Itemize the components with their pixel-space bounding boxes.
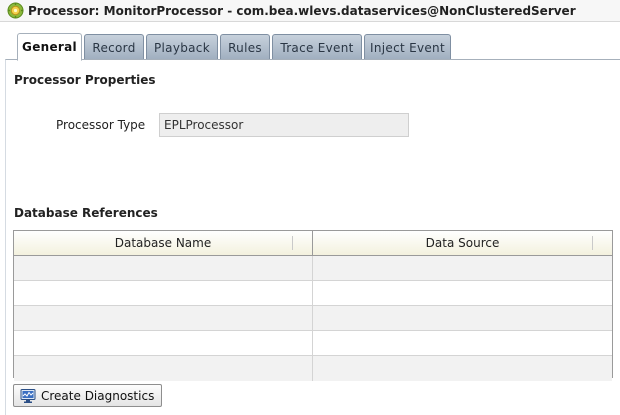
tab-trace-event[interactable]: Trace Event bbox=[272, 34, 362, 60]
database-name-cell[interactable] bbox=[14, 256, 313, 280]
tab-general[interactable]: General bbox=[17, 33, 82, 61]
data-source-cell[interactable] bbox=[313, 256, 612, 280]
column-header-label: Database Name bbox=[114, 236, 212, 250]
processor-properties-heading: Processor Properties bbox=[14, 73, 156, 87]
table-header: Database Name Data Source bbox=[14, 231, 612, 256]
data-source-cell[interactable] bbox=[313, 306, 612, 330]
data-source-cell[interactable] bbox=[313, 281, 612, 305]
database-references-heading: Database References bbox=[14, 206, 158, 220]
tab-label: Record bbox=[92, 40, 136, 55]
tab-label: Inject Event bbox=[370, 40, 445, 55]
database-name-cell[interactable] bbox=[14, 331, 313, 355]
column-header-database-name[interactable]: Database Name bbox=[14, 231, 313, 255]
column-resize-handle[interactable] bbox=[292, 236, 293, 250]
column-header-label: Data Source bbox=[425, 236, 500, 250]
table-row[interactable] bbox=[14, 331, 612, 356]
database-name-cell[interactable] bbox=[14, 306, 313, 330]
tab-playback[interactable]: Playback bbox=[146, 34, 218, 60]
tab-label: General bbox=[22, 40, 77, 54]
create-diagnostics-label: Create Diagnostics bbox=[41, 388, 155, 403]
table-row[interactable] bbox=[14, 281, 612, 306]
column-header-data-source[interactable]: Data Source bbox=[313, 231, 612, 255]
database-references-table: Database Name Data Source bbox=[13, 230, 613, 381]
tab-label: Playback bbox=[154, 40, 210, 55]
tab-label: Rules bbox=[228, 40, 262, 55]
database-name-cell[interactable] bbox=[14, 281, 313, 305]
processor-type-label: Processor Type bbox=[56, 118, 146, 132]
column-resize-handle[interactable] bbox=[592, 236, 593, 250]
data-source-cell[interactable] bbox=[313, 331, 612, 355]
tab-inject-event[interactable]: Inject Event bbox=[364, 34, 451, 60]
diagnostics-monitor-icon bbox=[20, 388, 36, 404]
create-diagnostics-button[interactable]: Create Diagnostics bbox=[13, 384, 162, 407]
processor-type-field: EPLProcessor bbox=[159, 113, 409, 137]
tab-bar: General Record Playback Rules Trace Even… bbox=[17, 33, 453, 61]
processor-gear-icon bbox=[7, 2, 24, 19]
window-title: Processor: MonitorProcessor - com.bea.wl… bbox=[28, 3, 576, 18]
table-row[interactable] bbox=[14, 306, 612, 331]
tab-record[interactable]: Record bbox=[84, 34, 144, 60]
tab-label: Trace Event bbox=[280, 40, 354, 55]
database-name-cell[interactable] bbox=[14, 356, 313, 381]
tab-rules[interactable]: Rules bbox=[220, 34, 270, 60]
table-row[interactable] bbox=[14, 356, 612, 381]
window-titlebar: Processor: MonitorProcessor - com.bea.wl… bbox=[0, 0, 620, 22]
data-source-cell[interactable] bbox=[313, 356, 612, 381]
table-row[interactable] bbox=[14, 256, 612, 281]
